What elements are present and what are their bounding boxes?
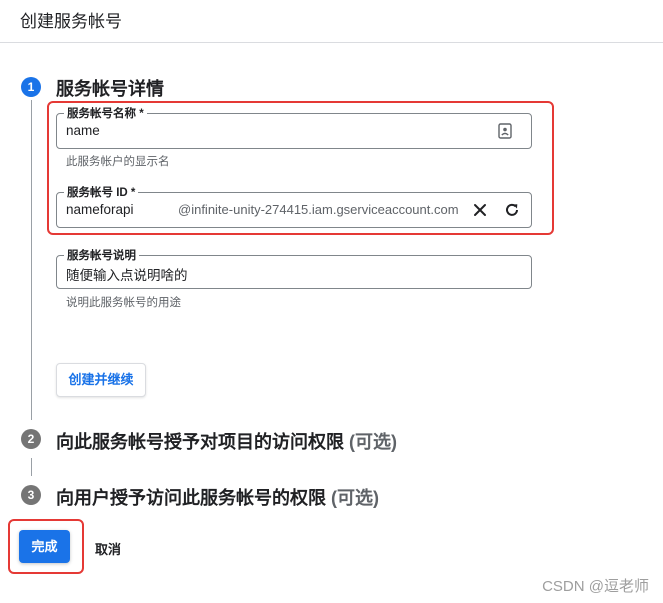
create-and-continue-button[interactable]: 创建并继续 xyxy=(56,363,146,397)
step-1-title[interactable]: 服务帐号详情 xyxy=(56,75,164,101)
service-account-id-label: 服务帐号 ID * xyxy=(64,184,139,200)
service-account-description-field[interactable]: 服务帐号说明 随便输入点说明啥的 xyxy=(56,247,532,289)
step-3-optional: (可选) xyxy=(331,488,380,508)
step-2-title-text: 向此服务帐号授予对项目的访问权限 xyxy=(56,432,344,452)
refresh-icon[interactable] xyxy=(502,200,522,220)
service-account-name-label: 服务帐号名称 * xyxy=(64,105,147,121)
step-3-title[interactable]: 向用户授予访问此服务帐号的权限 (可选) xyxy=(56,484,379,510)
service-account-description-hint: 说明此服务帐号的用途 xyxy=(66,297,181,309)
watermark: CSDN @逗老师 xyxy=(542,578,649,595)
service-account-id-input[interactable]: nameforapi xyxy=(66,202,134,217)
step-1-title-text: 服务帐号详情 xyxy=(56,79,164,99)
service-account-id-suffix: @infinite-unity-274415.iam.gserviceaccou… xyxy=(178,202,459,217)
step-2-optional: (可选) xyxy=(349,432,398,452)
step-3-badge: 3 xyxy=(21,485,41,505)
service-account-name-hint: 此服务帐户的显示名 xyxy=(66,156,170,168)
cancel-button[interactable]: 取消 xyxy=(95,539,121,558)
page-title: 创建服务帐号 xyxy=(20,12,122,31)
contact-card-icon[interactable] xyxy=(495,121,515,141)
close-icon[interactable] xyxy=(470,200,490,220)
done-button[interactable]: 完成 xyxy=(19,530,70,563)
service-account-id-field[interactable]: 服务帐号 ID * nameforapi @infinite-unity-274… xyxy=(56,184,532,228)
title-divider xyxy=(0,42,663,43)
step-3-title-text: 向用户授予访问此服务帐号的权限 xyxy=(56,488,326,508)
step-1-badge: 1 xyxy=(21,77,41,97)
step-2-badge: 2 xyxy=(21,429,41,449)
service-account-description-input[interactable]: 随便输入点说明啥的 xyxy=(66,264,188,284)
step-connector-2 xyxy=(31,458,32,476)
service-account-name-field[interactable]: 服务帐号名称 * name xyxy=(56,105,532,149)
step-connector-1 xyxy=(31,100,32,420)
service-account-description-label: 服务帐号说明 xyxy=(64,247,139,263)
service-account-name-input[interactable]: name xyxy=(66,123,100,138)
step-2-title[interactable]: 向此服务帐号授予对项目的访问权限 (可选) xyxy=(56,428,397,454)
